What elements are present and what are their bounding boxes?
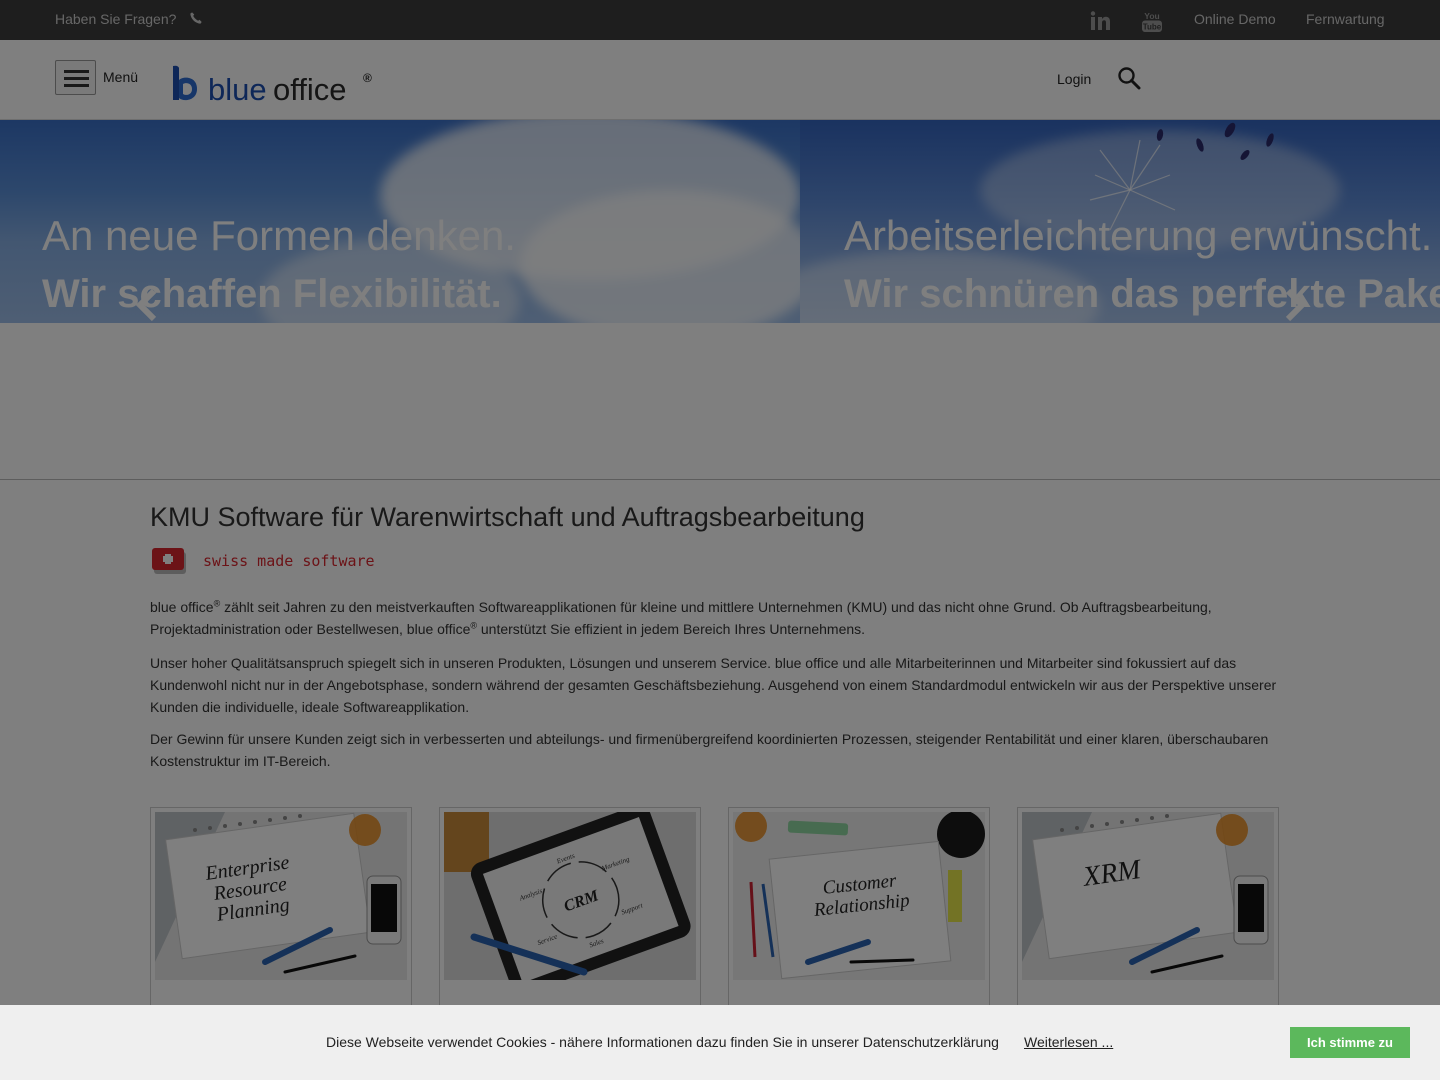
cookie-message: Diese Webseite verwendet Cookies - näher… bbox=[326, 1034, 999, 1050]
page-dim-overlay bbox=[0, 0, 1440, 1080]
cookie-consent-bar: Diese Webseite verwendet Cookies - näher… bbox=[0, 1005, 1440, 1080]
cookie-accept-button[interactable]: Ich stimme zu bbox=[1290, 1027, 1410, 1058]
cookie-read-more-link[interactable]: Weiterlesen ... bbox=[1024, 1034, 1113, 1050]
